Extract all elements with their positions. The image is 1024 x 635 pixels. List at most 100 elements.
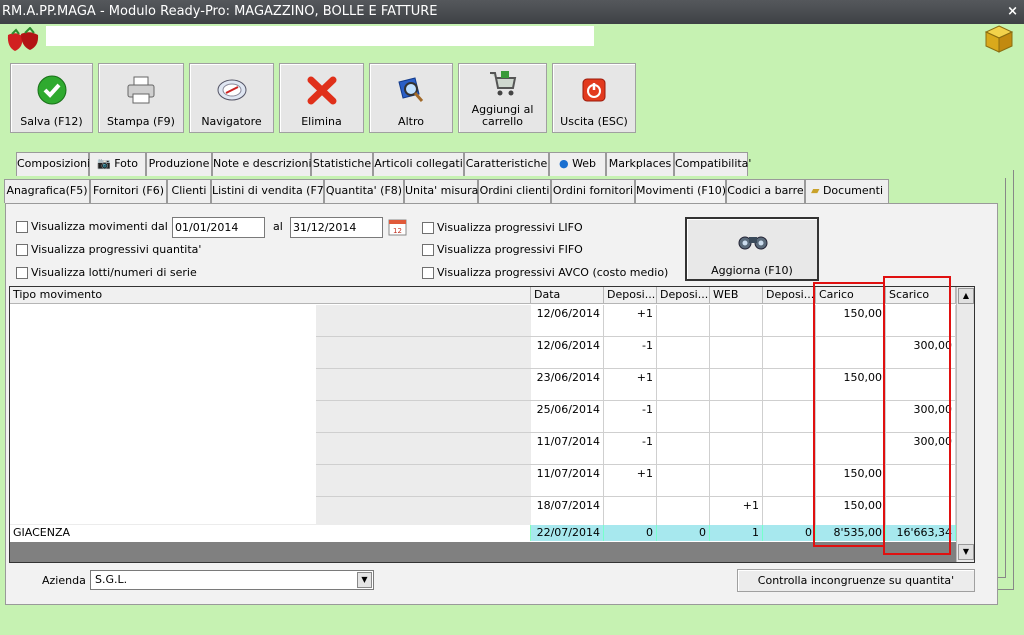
- cell-deposito-3[interactable]: [763, 337, 816, 369]
- tab-statistiche[interactable]: Statistiche: [311, 152, 373, 176]
- cell-deposito-1[interactable]: -1: [604, 337, 657, 369]
- printer-icon: [127, 76, 155, 104]
- azienda-select[interactable]: S.G.L. ▼: [90, 570, 374, 590]
- delete-x-icon: [307, 76, 336, 105]
- check-icon: [37, 75, 66, 105]
- fifo-checkbox[interactable]: [422, 244, 434, 256]
- close-icon[interactable]: ×: [1007, 0, 1018, 24]
- cell-data[interactable]: 25/06/2014: [531, 401, 604, 433]
- print-button[interactable]: Stampa (F9): [98, 63, 184, 133]
- cell-web[interactable]: [710, 465, 763, 497]
- cell-deposito-1[interactable]: -1: [604, 433, 657, 465]
- header-deposito-1[interactable]: Deposi...: [604, 287, 657, 304]
- movimenti-dal-checkbox[interactable]: [16, 221, 28, 233]
- cell-web[interactable]: [710, 369, 763, 401]
- tab-codici-barre[interactable]: Codici a barre: [726, 179, 805, 203]
- navigator-button[interactable]: Navigatore: [189, 63, 274, 133]
- cell-data[interactable]: 12/06/2014: [531, 305, 604, 337]
- title-bar: RM.A.PP.MAGA - Modulo Ready-Pro: MAGAZZI…: [0, 0, 1024, 24]
- header-deposito-3[interactable]: Deposi...: [763, 287, 816, 304]
- cell-web[interactable]: [710, 401, 763, 433]
- tab-composizioni[interactable]: Composizioni: [16, 152, 90, 176]
- scroll-up-icon[interactable]: ▲: [958, 288, 974, 304]
- lotti-checkbox[interactable]: [16, 267, 28, 279]
- tab-documenti[interactable]: ▰ Documenti: [805, 179, 889, 203]
- cell-web[interactable]: [710, 433, 763, 465]
- chevron-down-icon[interactable]: ▼: [357, 572, 372, 588]
- cell-deposito-2[interactable]: [657, 337, 710, 369]
- grid-vertical-scrollbar[interactable]: ▲ ▼: [956, 287, 974, 562]
- header-data[interactable]: Data: [531, 287, 604, 304]
- progressivi-quantita-checkbox[interactable]: [16, 244, 28, 256]
- tab-clienti[interactable]: Clienti: [167, 179, 211, 203]
- tab-foto[interactable]: 📷 Foto: [89, 152, 146, 176]
- cell-web[interactable]: [710, 337, 763, 369]
- tab-note[interactable]: Note e descrizioni: [212, 152, 312, 176]
- delete-label: Elimina: [301, 115, 342, 128]
- cell-data[interactable]: 11/07/2014: [531, 433, 604, 465]
- cell-deposito-3[interactable]: [763, 401, 816, 433]
- cell-deposito-1[interactable]: -1: [604, 401, 657, 433]
- tab-fornitori[interactable]: Fornitori (F6): [90, 179, 167, 203]
- add-to-cart-label: Aggiungi al carrello: [471, 103, 534, 128]
- al-label: al: [273, 220, 283, 233]
- tab-caratteristiche[interactable]: Caratteristiche: [464, 152, 549, 176]
- tab-produzione[interactable]: Produzione: [146, 152, 212, 176]
- date-to-input[interactable]: 31/12/2014: [290, 217, 383, 238]
- tab-movimenti[interactable]: Movimenti (F10): [635, 179, 726, 204]
- tab-web[interactable]: ● Web: [549, 152, 606, 176]
- svg-text:12: 12: [393, 227, 402, 235]
- other-button[interactable]: Altro: [369, 63, 453, 133]
- cell-deposito-2[interactable]: [657, 465, 710, 497]
- cube-icon[interactable]: [984, 24, 1014, 54]
- cell-deposito-1[interactable]: +1: [604, 465, 657, 497]
- top-white-bar: [46, 26, 594, 46]
- cell-deposito-3[interactable]: [763, 305, 816, 337]
- tab-ordini-clienti[interactable]: Ordini clienti: [478, 179, 551, 203]
- header-tipo-movimento[interactable]: Tipo movimento: [10, 287, 531, 304]
- delete-button[interactable]: Elimina: [279, 63, 364, 133]
- cell-deposito-2[interactable]: [657, 433, 710, 465]
- aggiorna-button[interactable]: Aggiorna (F10): [685, 217, 819, 281]
- cell-deposito-2[interactable]: [657, 401, 710, 433]
- other-label: Altro: [398, 115, 424, 128]
- tab-anagrafica[interactable]: Anagrafica(F5): [4, 179, 90, 203]
- date-from-input[interactable]: 01/01/2014: [172, 217, 265, 238]
- cell-data[interactable]: 12/06/2014: [531, 337, 604, 369]
- tab-ordini-fornitori[interactable]: Ordini fornitori: [551, 179, 635, 203]
- avco-label: Visualizza progressivi AVCO (costo medio…: [437, 266, 669, 279]
- cell-deposito-2[interactable]: [657, 369, 710, 401]
- tab-listini[interactable]: Listini di vendita (F7): [211, 179, 328, 203]
- compass-icon: [217, 79, 246, 101]
- cell-deposito-2[interactable]: [657, 305, 710, 337]
- cell-deposito-3[interactable]: [763, 369, 816, 401]
- giacenza-deposito-2: 0: [657, 525, 710, 541]
- cell-deposito-3[interactable]: [763, 465, 816, 497]
- save-button[interactable]: Salva (F12): [10, 63, 93, 133]
- header-web[interactable]: WEB: [710, 287, 763, 304]
- scroll-down-icon[interactable]: ▼: [958, 544, 974, 560]
- cell-deposito-3[interactable]: [763, 433, 816, 465]
- controlla-incongruenze-button[interactable]: Controlla incongruenze su quantita': [737, 569, 975, 592]
- tab-unita-misura[interactable]: Unita' misura: [404, 179, 478, 203]
- cart-icon: [489, 71, 516, 96]
- tab-markplaces[interactable]: Markplaces: [606, 152, 674, 176]
- progressivi-quantita-label: Visualizza progressivi quantita': [31, 243, 202, 256]
- navigator-label: Navigatore: [201, 115, 262, 128]
- cell-data[interactable]: 23/06/2014: [531, 369, 604, 401]
- binoculars-icon: [738, 236, 768, 250]
- exit-button[interactable]: Uscita (ESC): [552, 63, 636, 133]
- lifo-checkbox[interactable]: [422, 222, 434, 234]
- tab-articoli-collegati[interactable]: Articoli collegati: [373, 152, 464, 176]
- avco-checkbox[interactable]: [422, 267, 434, 279]
- add-to-cart-button[interactable]: Aggiungi al carrello: [458, 63, 547, 133]
- cell-deposito-1[interactable]: +1: [604, 305, 657, 337]
- header-deposito-2[interactable]: Deposi...: [657, 287, 710, 304]
- cell-deposito-1[interactable]: +1: [604, 369, 657, 401]
- cell-data[interactable]: 11/07/2014: [531, 465, 604, 497]
- tab-compatibilita[interactable]: Compatibilita': [674, 152, 751, 176]
- strawberry-logo-icon: [7, 27, 39, 51]
- tab-quantita[interactable]: Quantita' (F8): [324, 179, 404, 203]
- calendar-icon[interactable]: 12: [388, 218, 407, 236]
- cell-web[interactable]: [710, 305, 763, 337]
